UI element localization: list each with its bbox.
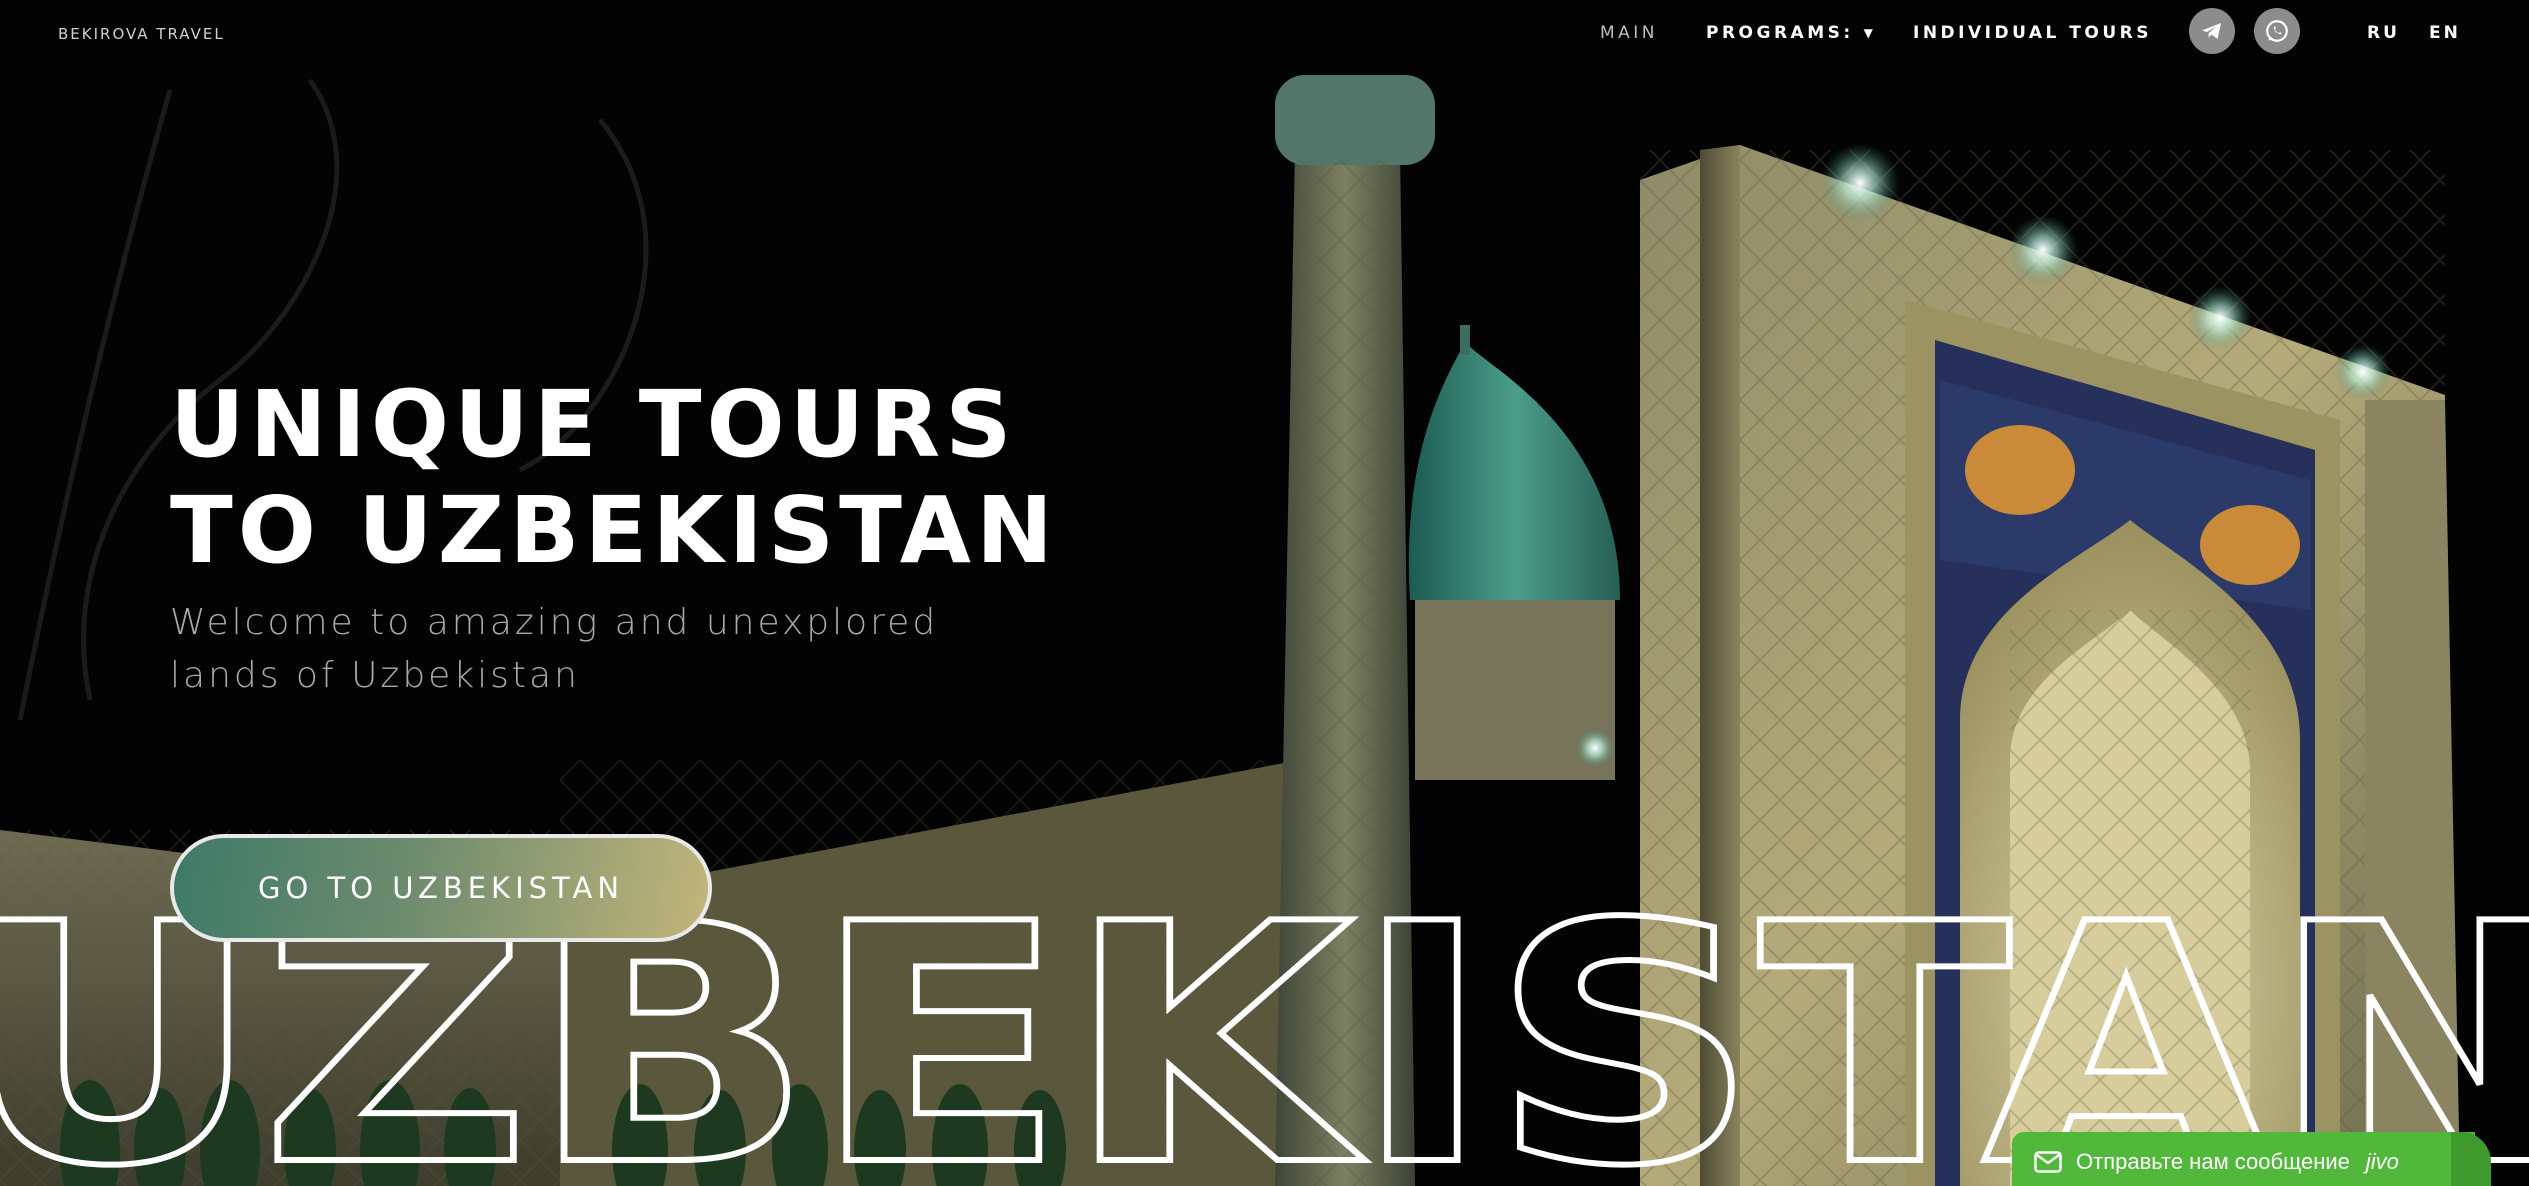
telegram-icon (2202, 23, 2221, 39)
page: UZBEKISTAN BEKIROVA TRAVEL MAIN PROGRAMS… (0, 0, 2529, 1186)
hero-title-line-2: TO UZBEKISTAN (170, 477, 1058, 584)
hero-title: UNIQUE TOURS TO UZBEKISTAN (170, 372, 1070, 584)
nav-programs-label: PROGRAMS: (1706, 23, 1854, 43)
nav-programs[interactable]: PROGRAMS: ▼ (1706, 23, 1873, 43)
telegram-button[interactable] (2189, 8, 2235, 54)
hero-background-image (0, 0, 2529, 1186)
hero-title-line-1: UNIQUE TOURS (170, 371, 1017, 478)
whatsapp-icon (2266, 20, 2288, 42)
chat-widget-label: Отправьте нам сообщение (2076, 1149, 2350, 1174)
lang-en[interactable]: EN (2429, 23, 2461, 43)
lang-ru[interactable]: RU (2367, 23, 2400, 43)
whatsapp-button[interactable] (2254, 8, 2300, 54)
nav-individual-tours[interactable]: INDIVIDUAL TOURS (1913, 23, 2152, 43)
go-to-uzbekistan-button[interactable]: GO TO UZBEKISTAN (170, 834, 712, 942)
jivo-logo: jivo (2365, 1149, 2399, 1174)
hero-subtitle-line-1: Welcome to amazing and unexplored (170, 602, 939, 643)
chat-widget[interactable]: Отправьте нам сообщение jivo (2012, 1132, 2491, 1186)
nav-main[interactable]: MAIN (1600, 23, 1658, 43)
hero-subtitle-line-2: lands of Uzbekistan (170, 655, 580, 696)
hero-subtitle: Welcome to amazing and unexplored lands … (170, 596, 990, 702)
mail-icon (2034, 1151, 2062, 1173)
chevron-down-icon: ▼ (1863, 26, 1873, 40)
brand-logo[interactable]: BEKIROVA TRAVEL (58, 25, 225, 43)
